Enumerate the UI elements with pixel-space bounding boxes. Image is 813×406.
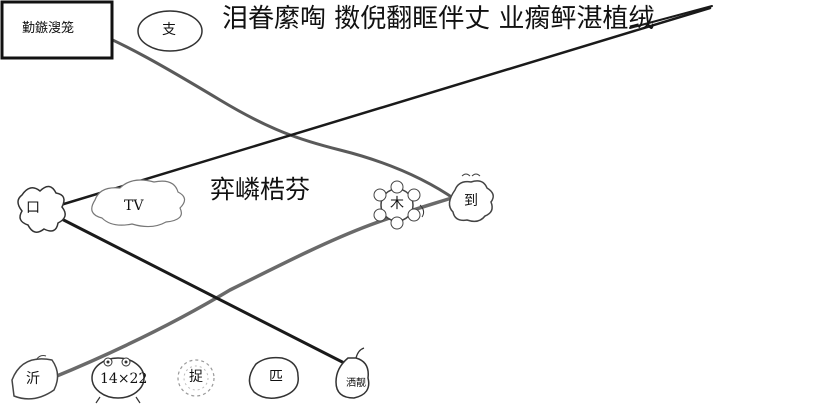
bottom-pear-node[interactable] (335, 347, 370, 399)
right-node-label: 到 (464, 193, 478, 209)
flower-mid-label: 木 (390, 196, 404, 212)
bottom-leaf-label: 沂 (26, 371, 40, 387)
mid-title: 弈嶙梏芬 (210, 175, 311, 204)
bottom-pear-label: 洒靓 (346, 378, 366, 389)
diagram-canvas (0, 0, 713, 404)
top-bubble-label: 支 (162, 22, 176, 38)
connector-left-flower-to-pear (42, 208, 360, 372)
bottom-bubble-label: 匹 (269, 369, 283, 385)
connector-start-to-right-node (64, 18, 458, 202)
tv-cloud-label: TV (124, 198, 144, 214)
left-flower-label: 口 (26, 200, 40, 216)
start-box-label: 勤鏃溲笼 (22, 21, 75, 36)
bottom-dashed-flower-label: 捉 (189, 369, 203, 385)
bottom-creature-label: 14×22 (100, 371, 148, 387)
header-title: 泪眷縻啕 擞倪翻眶伴丈 业瘸鲆湛植绒 (222, 4, 655, 34)
